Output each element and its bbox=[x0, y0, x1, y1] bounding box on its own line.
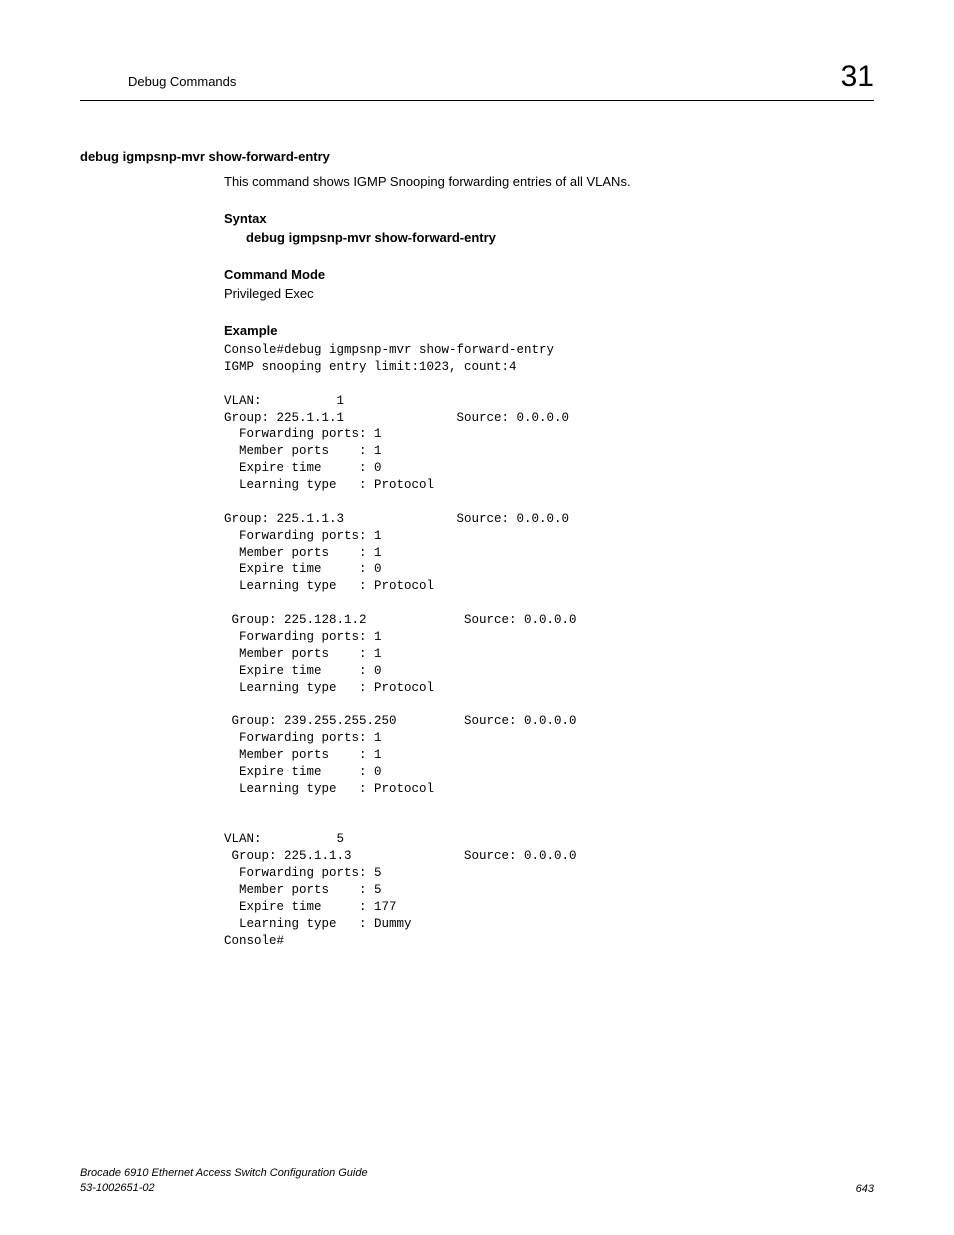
example-code: Console#debug igmpsnp-mvr show-forward-e… bbox=[224, 342, 874, 950]
command-mode-text: Privileged Exec bbox=[224, 286, 874, 301]
footer-left: Brocade 6910 Ethernet Access Switch Conf… bbox=[80, 1166, 368, 1195]
content-block: This command shows IGMP Snooping forward… bbox=[224, 174, 874, 950]
section-title: debug igmpsnp-mvr show-forward-entry bbox=[80, 149, 874, 164]
section-description: This command shows IGMP Snooping forward… bbox=[224, 174, 874, 189]
command-mode-heading: Command Mode bbox=[224, 267, 874, 282]
syntax-command: debug igmpsnp-mvr show-forward-entry bbox=[246, 230, 874, 245]
chapter-number: 31 bbox=[841, 60, 874, 94]
header-rule bbox=[80, 100, 874, 101]
footer-doc-number: 53-1002651-02 bbox=[80, 1181, 368, 1195]
page-footer: Brocade 6910 Ethernet Access Switch Conf… bbox=[80, 1166, 874, 1195]
example-heading: Example bbox=[224, 323, 874, 338]
header-title: Debug Commands bbox=[128, 74, 236, 89]
syntax-heading: Syntax bbox=[224, 211, 874, 226]
footer-page-number: 643 bbox=[856, 1183, 874, 1195]
footer-guide-title: Brocade 6910 Ethernet Access Switch Conf… bbox=[80, 1166, 368, 1180]
page-header: Debug Commands 31 bbox=[80, 60, 874, 94]
